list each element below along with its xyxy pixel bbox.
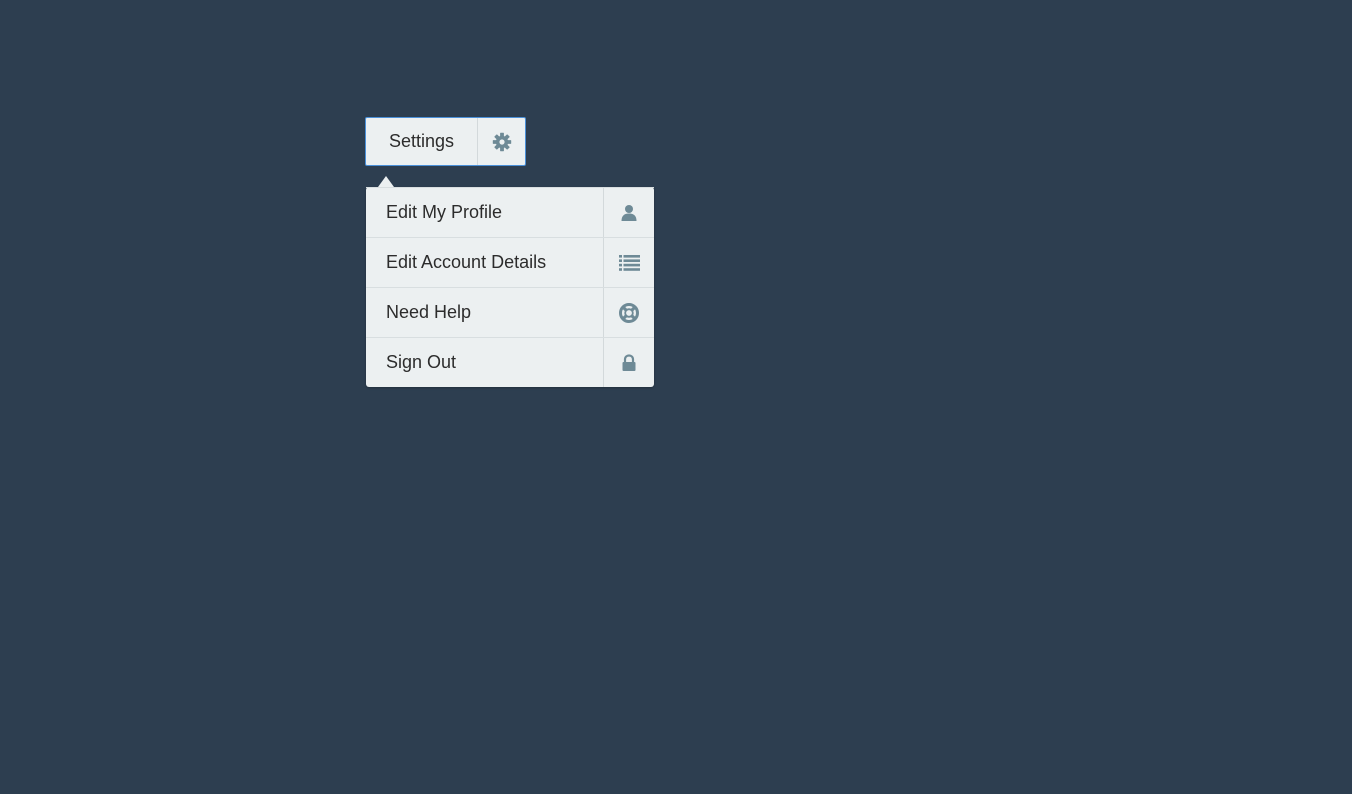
settings-menu: Edit My Profile Edit Account Details Nee… xyxy=(366,176,654,387)
menu-item-sign-out[interactable]: Sign Out xyxy=(366,337,654,387)
menu-item-edit-account[interactable]: Edit Account Details xyxy=(366,237,654,287)
settings-button[interactable]: Settings xyxy=(365,117,526,166)
settings-label: Settings xyxy=(366,118,478,165)
menu-item-need-help[interactable]: Need Help xyxy=(366,287,654,337)
menu-item-edit-profile[interactable]: Edit My Profile xyxy=(366,187,654,237)
menu-item-label: Edit My Profile xyxy=(366,188,604,237)
lock-icon xyxy=(604,338,654,387)
user-icon xyxy=(604,188,654,237)
menu-item-label: Edit Account Details xyxy=(366,238,604,287)
settings-dropdown: Settings xyxy=(365,117,526,166)
list-icon xyxy=(604,238,654,287)
lifebuoy-icon xyxy=(604,288,654,337)
gear-icon xyxy=(478,118,525,165)
menu-item-label: Need Help xyxy=(366,288,604,337)
menu-item-label: Sign Out xyxy=(366,338,604,387)
menu-pointer xyxy=(378,176,394,187)
